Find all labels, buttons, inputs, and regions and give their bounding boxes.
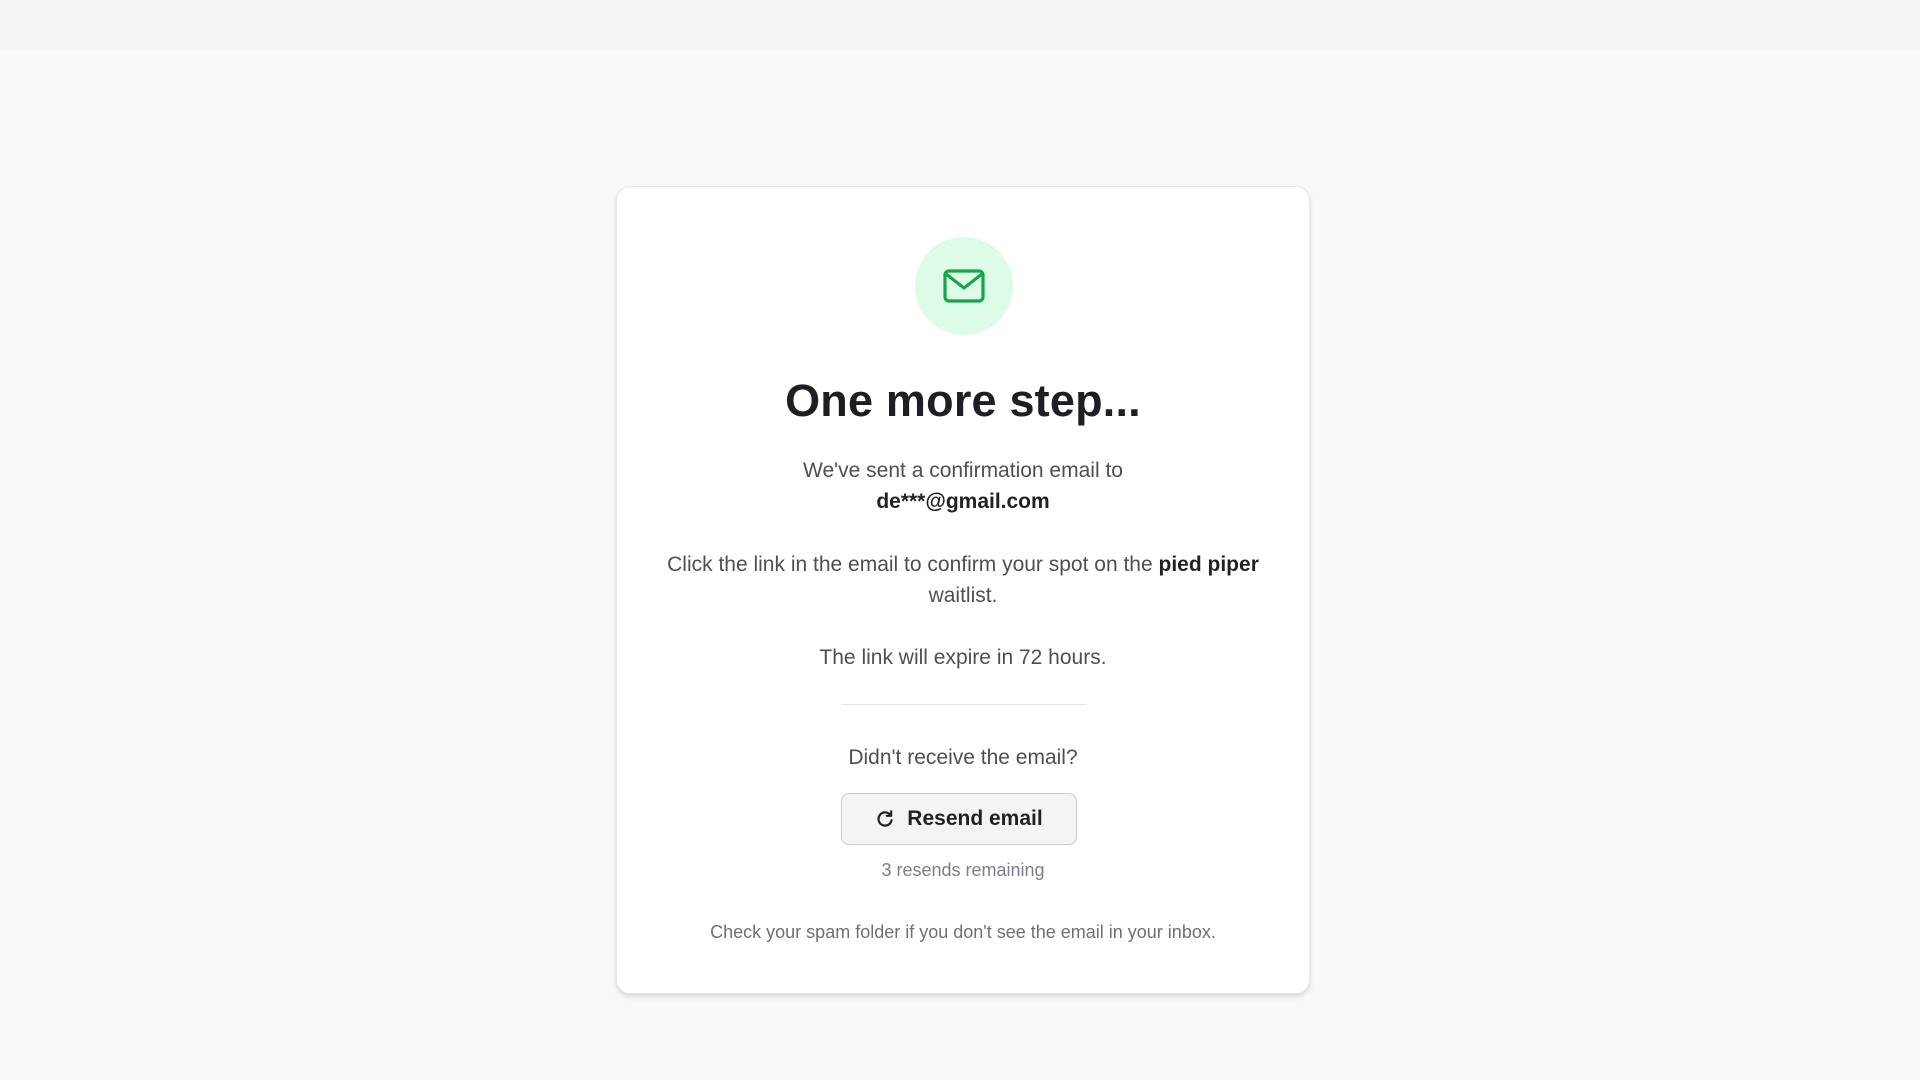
spam-hint: Check your spam folder if you don't see … [710, 922, 1216, 942]
click-suffix: waitlist. [928, 584, 998, 607]
refresh-icon [877, 810, 893, 827]
expiry-notice: The link will expire in 72 hours. [819, 646, 1107, 669]
resend-email-button[interactable]: Resend email [841, 793, 1077, 845]
confirmation-card: One more step... We've sent a confirmati… [616, 186, 1310, 994]
divider [841, 704, 1087, 705]
mail-icon-badge [915, 237, 1013, 335]
sent-message: We've sent a confirmation email to de***… [657, 455, 1269, 517]
confirm-instructions: Click the link in the email to confirm y… [657, 549, 1269, 611]
mail-icon [943, 269, 985, 303]
sent-prefix: We've sent a confirmation email to [803, 459, 1123, 482]
resends-remaining: 3 resends remaining [881, 860, 1045, 880]
product-name: pied piper [1158, 553, 1259, 576]
page-title: One more step... [785, 375, 1141, 426]
resend-label: Resend email [907, 807, 1043, 830]
email-address: de***@gmail.com [876, 490, 1050, 513]
click-prefix: Click the link in the email to confirm y… [667, 553, 1153, 576]
didnt-receive-label: Didn't receive the email? [848, 746, 1078, 769]
top-bar [0, 0, 1920, 50]
